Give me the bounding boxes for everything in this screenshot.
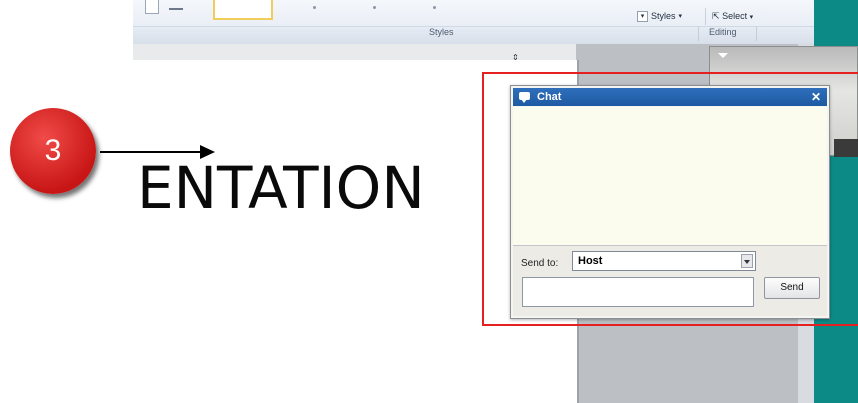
change-styles-button[interactable]: ▾ Styles ▾ [637,8,682,25]
document-heading-text: ENTATION [137,154,425,222]
group-divider [756,27,757,41]
change-styles-label: Styles [651,11,676,21]
select-button[interactable]: ⇱ Select ▾ [705,8,753,25]
chevron-down-icon: ▾ [678,13,683,20]
group-label-styles: Styles [429,27,454,37]
group-divider [698,27,699,41]
ribbon-dot [313,6,316,9]
quick-style-normal[interactable] [213,0,273,20]
chevron-down-icon[interactable] [718,53,728,58]
highlight-box [482,72,858,326]
arrow-head-icon [200,145,215,159]
step-arrow [100,151,204,153]
select-icon: ⇱ [712,11,720,21]
ribbon-group-label-bar: Styles Editing [133,26,814,68]
ribbon-dot [373,6,376,9]
dropdown-arrow-icon: ▾ [637,11,648,22]
screen: ▾ Styles ▾ ⇱ Select ▾ Styles Editing ⇕ E… [0,0,858,403]
select-label: Select [722,11,748,21]
step-badge: 3 [10,108,96,194]
ribbon-dot [433,6,436,9]
ribbon-checkbox[interactable] [145,0,159,14]
chevron-down-icon: ▾ [749,14,754,21]
ribbon-underline-control[interactable] [169,0,183,10]
resize-handle-icon[interactable]: ⇕ [512,50,519,63]
group-label-editing: Editing [709,27,737,37]
